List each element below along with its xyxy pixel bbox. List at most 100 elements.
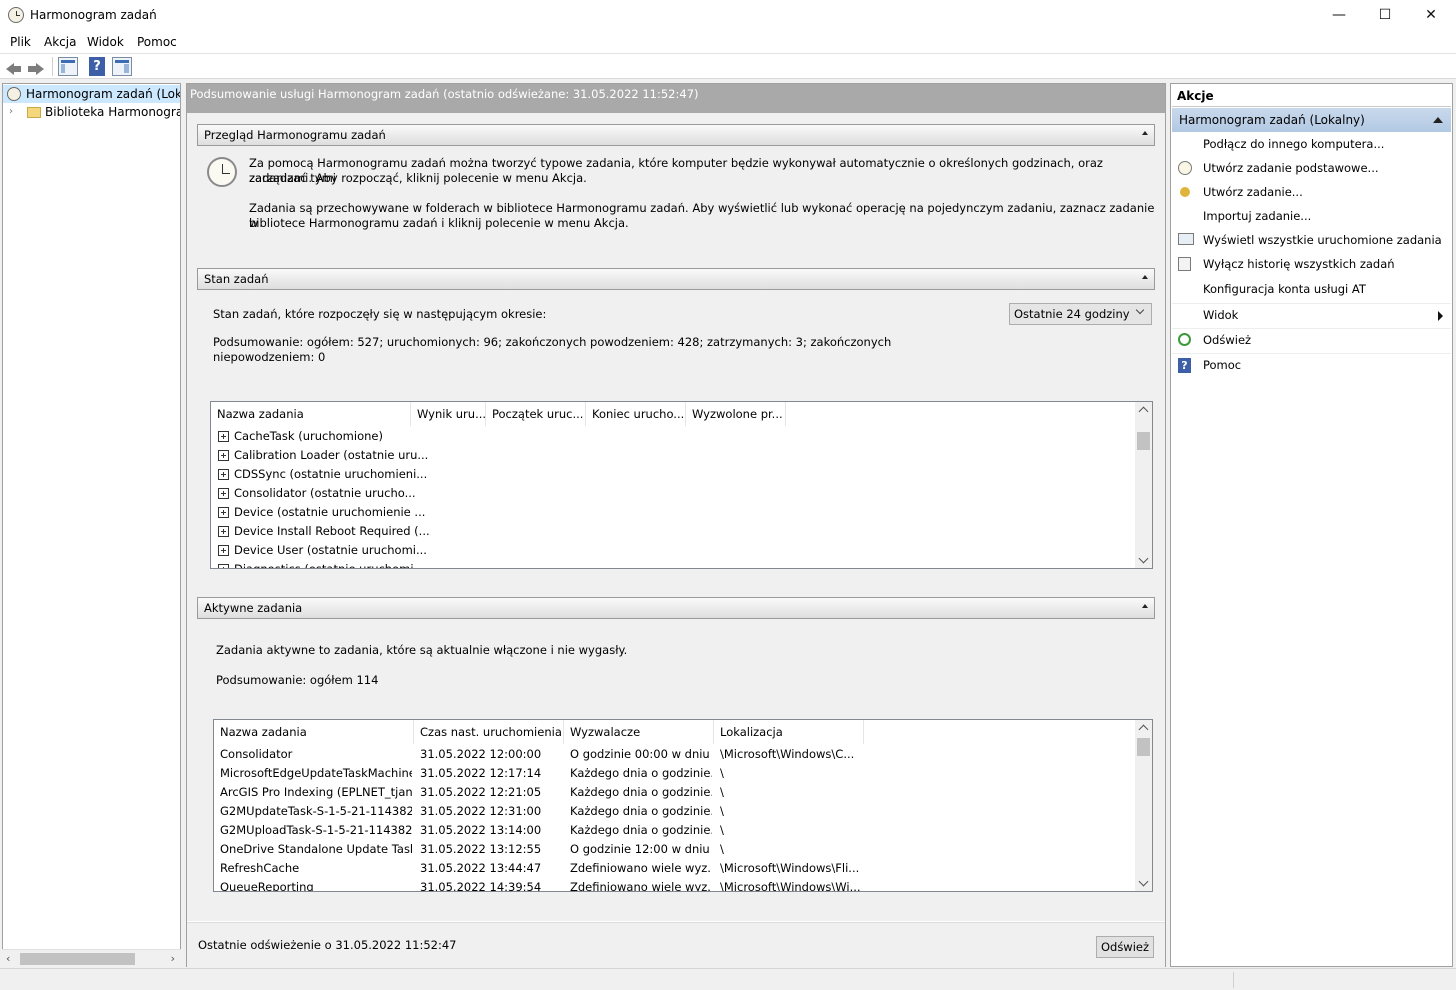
column-header[interactable]: Wyzwalacze bbox=[564, 720, 714, 744]
column-header[interactable]: Koniec urucho... bbox=[586, 402, 686, 426]
action-create-task[interactable]: Utwórz zadanie... bbox=[1172, 181, 1451, 205]
status-list-scrollbar[interactable] bbox=[1135, 402, 1152, 568]
column-header[interactable]: Początek uruc... bbox=[486, 402, 586, 426]
table-row[interactable]: G2MUpdateTask-S-1-5-21-1143829... 31.05.… bbox=[214, 802, 1134, 821]
actions-group-header[interactable]: Harmonogram zadań (Lokalny) bbox=[1172, 108, 1451, 132]
summary-footer: Ostatnie odświeżenie o 31.05.2022 11:52:… bbox=[187, 922, 1165, 967]
collapse-icon[interactable] bbox=[1433, 117, 1443, 123]
column-header[interactable]: Czas nast. uruchomienia bbox=[414, 720, 564, 744]
task-status-section-body: Stan zadań, które rozpoczęły się w nastę… bbox=[197, 291, 1155, 587]
menu-plik[interactable]: Plik bbox=[10, 35, 31, 49]
toolbar: ? bbox=[0, 54, 1456, 79]
status-summary-2: niepowodzeniem: 0 bbox=[213, 350, 326, 364]
last-refresh-text: Ostatnie odświeżenie o 31.05.2022 11:52:… bbox=[198, 938, 457, 952]
forward-arrow-icon[interactable] bbox=[26, 57, 46, 76]
expand-icon[interactable] bbox=[218, 507, 229, 518]
expand-icon[interactable] bbox=[218, 564, 229, 568]
help-toolbar-icon[interactable]: ? bbox=[89, 57, 105, 76]
submenu-arrow-icon bbox=[1438, 311, 1443, 321]
scroll-right-icon[interactable]: › bbox=[171, 952, 175, 965]
overview-section-header[interactable]: Przegląd Harmonogramu zadań bbox=[197, 124, 1155, 146]
tree-horizontal-scrollbar[interactable]: ‹ › bbox=[2, 949, 181, 967]
minimize-button[interactable]: — bbox=[1316, 0, 1362, 31]
scroll-down-icon[interactable] bbox=[1138, 553, 1149, 564]
menu-pomoc[interactable]: Pomoc bbox=[137, 35, 177, 49]
scroll-thumb[interactable] bbox=[1137, 432, 1150, 450]
actions-pane: Akcje Harmonogram zadań (Lokalny) Podłąc… bbox=[1170, 83, 1453, 967]
task-status-section-header[interactable]: Stan zadań bbox=[197, 268, 1155, 290]
action-view[interactable]: Widok bbox=[1172, 303, 1451, 327]
expand-icon[interactable] bbox=[218, 545, 229, 556]
show-hide-console-tree-icon[interactable] bbox=[58, 57, 78, 76]
table-row[interactable]: QueueReporting 31.05.2022 14:39:54 Zdefi… bbox=[214, 878, 1134, 891]
action-display-running-tasks[interactable]: Wyświetl wszystkie uruchomione zadania bbox=[1172, 229, 1451, 253]
column-header[interactable]: Wyzwolone pr... bbox=[686, 402, 786, 426]
menu-akcja[interactable]: Akcja bbox=[44, 35, 76, 49]
table-row[interactable]: MicrosoftEdgeUpdateTaskMachine... 31.05.… bbox=[214, 764, 1134, 783]
scroll-left-icon[interactable]: ‹ bbox=[6, 952, 10, 965]
column-header[interactable]: Lokalizacja bbox=[714, 720, 864, 744]
table-row[interactable]: ArcGIS Pro Indexing (EPLNET_tjank... 31.… bbox=[214, 783, 1134, 802]
close-button[interactable]: ✕ bbox=[1408, 0, 1454, 31]
table-row[interactable]: G2MUploadTask-S-1-5-21-1143829... 31.05.… bbox=[214, 821, 1134, 840]
action-refresh[interactable]: Odśwież bbox=[1172, 328, 1451, 352]
active-tasks-section-header[interactable]: Aktywne zadania bbox=[197, 597, 1155, 619]
scroll-up-icon[interactable] bbox=[1138, 724, 1149, 735]
summary-content: Przegląd Harmonogramu zadań Za pomocą Ha… bbox=[187, 113, 1165, 921]
table-row[interactable]: OneDrive Standalone Update Task-... 31.0… bbox=[214, 840, 1134, 859]
refresh-icon bbox=[1178, 333, 1191, 346]
task-scheduler-app-icon bbox=[8, 7, 24, 23]
column-header[interactable]: Nazwa zadania bbox=[211, 402, 411, 426]
summary-header: Podsumowanie usługi Harmonogram zadań (o… bbox=[187, 84, 1165, 113]
action-create-basic-task[interactable]: Utwórz zadanie podstawowe... bbox=[1172, 157, 1451, 181]
active-tasks-list[interactable]: Nazwa zadania Czas nast. uruchomienia Wy… bbox=[213, 719, 1153, 892]
clock-icon bbox=[7, 87, 21, 101]
back-arrow-icon[interactable] bbox=[4, 57, 24, 76]
column-header[interactable]: Wynik uru... bbox=[411, 402, 486, 426]
folder-icon bbox=[27, 107, 41, 118]
scroll-thumb[interactable] bbox=[20, 953, 135, 965]
table-row[interactable]: RefreshCache 31.05.2022 13:44:47 Zdefini… bbox=[214, 859, 1134, 878]
status-summary-1: Podsumowanie: ogółem: 527; uruchomionych… bbox=[213, 335, 892, 349]
history-icon bbox=[1178, 257, 1191, 271]
active-tasks-section-body: Zadania aktywne to zadania, które są akt… bbox=[197, 620, 1155, 915]
help-icon: ? bbox=[1178, 358, 1191, 373]
create-task-icon bbox=[1180, 187, 1190, 197]
active-list-scrollbar[interactable] bbox=[1135, 720, 1152, 891]
period-dropdown[interactable]: Ostatnie 24 godziny bbox=[1009, 303, 1152, 325]
refresh-button[interactable]: Odśwież bbox=[1096, 936, 1154, 958]
table-row[interactable]: Consolidator 31.05.2022 12:00:00 O godzi… bbox=[214, 745, 1134, 764]
action-disable-history[interactable]: Wyłącz historię wszystkich zadań bbox=[1172, 253, 1451, 277]
action-help[interactable]: ? Pomoc bbox=[1172, 353, 1451, 377]
show-hide-action-pane-icon[interactable] bbox=[112, 57, 132, 76]
chevron-right-icon[interactable]: › bbox=[9, 103, 13, 121]
scroll-thumb[interactable] bbox=[1137, 738, 1150, 756]
collapse-icon[interactable] bbox=[1142, 131, 1148, 135]
column-header[interactable]: Nazwa zadania bbox=[214, 720, 414, 744]
action-import-task[interactable]: Importuj zadanie... bbox=[1172, 205, 1451, 229]
clock-icon bbox=[207, 157, 237, 187]
running-tasks-icon bbox=[1178, 233, 1194, 245]
action-connect-computer[interactable]: Podłącz do innego komputera... bbox=[1172, 133, 1451, 157]
overview-section-body: Za pomocą Harmonogramu zadań można tworz… bbox=[197, 147, 1155, 257]
tree-item-library[interactable]: › Biblioteka Harmonogramu zadań bbox=[3, 103, 180, 121]
scroll-up-icon[interactable] bbox=[1138, 406, 1149, 417]
menu-bar: Plik Akcja Widok Pomoc bbox=[0, 31, 1456, 54]
menu-widok[interactable]: Widok bbox=[87, 35, 124, 49]
scroll-down-icon[interactable] bbox=[1138, 876, 1149, 887]
expand-icon[interactable] bbox=[218, 431, 229, 442]
status-bar bbox=[0, 968, 1456, 990]
task-status-list[interactable]: Nazwa zadania Wynik uru... Początek uruc… bbox=[210, 401, 1153, 569]
expand-icon[interactable] bbox=[218, 526, 229, 537]
collapse-icon[interactable] bbox=[1142, 604, 1148, 608]
action-at-service-account[interactable]: Konfiguracja konta usługi AT bbox=[1172, 278, 1451, 302]
expand-icon[interactable] bbox=[218, 469, 229, 480]
chevron-down-icon bbox=[1135, 305, 1145, 315]
tree-item-task-scheduler-local[interactable]: Harmonogram zadań (Lokalny) bbox=[3, 85, 180, 103]
window-title: Harmonogram zadań bbox=[30, 8, 157, 22]
expand-icon[interactable] bbox=[218, 488, 229, 499]
active-tasks-description: Zadania aktywne to zadania, które są akt… bbox=[216, 643, 628, 657]
collapse-icon[interactable] bbox=[1142, 275, 1148, 279]
expand-icon[interactable] bbox=[218, 450, 229, 461]
maximize-button[interactable]: ☐ bbox=[1362, 0, 1408, 31]
